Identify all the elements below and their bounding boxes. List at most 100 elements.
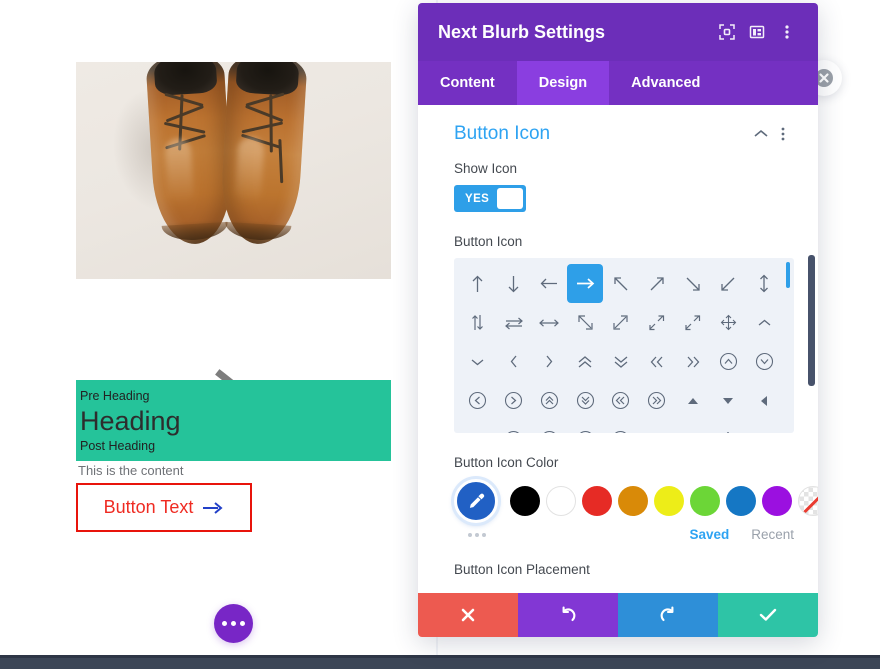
icon-option-circle-chevron-right[interactable] bbox=[496, 381, 532, 420]
add-module-button[interactable] bbox=[214, 604, 253, 643]
blurb-cta-button[interactable]: Button Text bbox=[76, 483, 252, 532]
icon-option-circle-chevron-double-up[interactable] bbox=[532, 381, 568, 420]
icon-option-circle-chevron-double-down[interactable] bbox=[567, 381, 603, 420]
panel-tabs[interactable]: Content Design Advanced bbox=[418, 61, 818, 105]
check-icon bbox=[759, 608, 777, 622]
ellipsis-dot bbox=[240, 621, 245, 626]
icon-option-triangle-right[interactable] bbox=[460, 420, 496, 433]
icon-option-chevron-double-down[interactable] bbox=[603, 342, 639, 381]
saved-colors-tab[interactable]: Saved bbox=[689, 527, 729, 542]
swatch-transparent[interactable] bbox=[798, 486, 818, 516]
icon-option-chevron-double-up[interactable] bbox=[567, 342, 603, 381]
ellipsis-dot bbox=[482, 532, 486, 537]
icon-option-arrow-right[interactable] bbox=[567, 264, 604, 303]
icon-option-circle-chevron-up[interactable] bbox=[710, 342, 746, 381]
icon-option-arrow-left[interactable] bbox=[532, 264, 568, 303]
icon-option-undo-arrow[interactable] bbox=[639, 420, 675, 433]
icon-option-exchange-horizontal[interactable] bbox=[496, 303, 532, 342]
panel-title: Next Blurb Settings bbox=[438, 21, 606, 42]
boot-gloss-right bbox=[234, 136, 265, 204]
icon-option-arrow-down-left[interactable] bbox=[710, 264, 746, 303]
swatch-yellow[interactable] bbox=[654, 486, 684, 516]
redo-button[interactable] bbox=[618, 593, 718, 637]
chevron-up-icon[interactable] bbox=[750, 123, 772, 145]
icon-option-chevron-left[interactable] bbox=[496, 342, 532, 381]
button-icon-picker[interactable] bbox=[454, 258, 794, 433]
swatch-black[interactable] bbox=[510, 486, 540, 516]
undo-button[interactable] bbox=[518, 593, 618, 637]
panel-action-bar[interactable] bbox=[418, 593, 818, 637]
swatch-green[interactable] bbox=[690, 486, 720, 516]
focus-target-icon[interactable] bbox=[712, 17, 742, 47]
icon-option-arrow-up[interactable] bbox=[460, 264, 496, 303]
kebab-menu-icon[interactable] bbox=[772, 123, 794, 145]
icon-option-plus[interactable] bbox=[710, 420, 746, 433]
icon-option-collapse-diagonal[interactable] bbox=[639, 303, 675, 342]
icon-option-expand-diagonal[interactable] bbox=[603, 303, 639, 342]
kebab-menu-icon[interactable] bbox=[772, 17, 802, 47]
blurb-module[interactable] bbox=[76, 62, 391, 409]
icon-option-circle-triangle-left[interactable] bbox=[567, 420, 603, 433]
icon-option-arrows-horizontal[interactable] bbox=[532, 303, 568, 342]
panel-scroll-area[interactable]: Button Icon Show Icon YES Button Icon Bu… bbox=[418, 105, 818, 593]
icon-option-arrows-vertical[interactable] bbox=[746, 264, 782, 303]
layout-panel-icon[interactable] bbox=[742, 17, 772, 47]
icon-option-circle-chevron-double-right[interactable] bbox=[639, 381, 675, 420]
color-swatch-meta: Saved Recent bbox=[454, 527, 794, 542]
module-settings-panel[interactable]: Next Blurb Settings Content Design Advan… bbox=[418, 3, 818, 637]
icon-option-arrow-up-left[interactable] bbox=[603, 264, 639, 303]
icon-option-chevron-right[interactable] bbox=[532, 342, 568, 381]
icon-option-circle-chevron-double-left[interactable] bbox=[603, 381, 639, 420]
section-header-button-icon[interactable]: Button Icon bbox=[454, 123, 794, 145]
icon-option-triangle-down[interactable] bbox=[710, 381, 746, 420]
icon-option-chevron-up[interactable] bbox=[746, 303, 782, 342]
icon-option-arrow-down-right[interactable] bbox=[675, 264, 711, 303]
swatch-red[interactable] bbox=[582, 486, 612, 516]
swatch-purple[interactable] bbox=[762, 486, 792, 516]
swatch-white[interactable] bbox=[546, 486, 576, 516]
cancel-button[interactable] bbox=[418, 593, 518, 637]
icon-grid[interactable] bbox=[454, 258, 794, 433]
icon-option-resize-diagonal-nwse[interactable] bbox=[567, 303, 603, 342]
ellipsis-icon[interactable] bbox=[454, 532, 510, 537]
blurb-content-text: This is the content bbox=[78, 463, 184, 478]
icon-option-arrows-vertical-split[interactable] bbox=[460, 303, 496, 342]
icon-option-triangle-left[interactable] bbox=[746, 381, 782, 420]
icon-grid-scrollbar[interactable] bbox=[786, 262, 790, 288]
show-icon-toggle[interactable]: YES bbox=[454, 185, 526, 212]
page-preview-canvas[interactable]: Pre Heading Heading Post Heading This is… bbox=[0, 0, 437, 655]
icon-option-expand-diagonal-alt[interactable] bbox=[675, 303, 711, 342]
icon-option-circle-triangle-right[interactable] bbox=[603, 420, 639, 433]
boot-opening-right bbox=[235, 62, 300, 96]
ellipsis-dot bbox=[475, 532, 479, 537]
bottom-bar-edge bbox=[0, 655, 880, 658]
boot-gloss-left bbox=[164, 137, 195, 206]
icon-option-chevron-down[interactable] bbox=[460, 342, 496, 381]
post-heading: Post Heading bbox=[80, 439, 156, 453]
icon-option-move-four-way[interactable] bbox=[710, 303, 746, 342]
icon-option-close-x[interactable] bbox=[746, 420, 782, 433]
tab-design[interactable]: Design bbox=[516, 61, 610, 105]
icon-option-arrow-up-right[interactable] bbox=[639, 264, 675, 303]
save-button[interactable] bbox=[718, 593, 818, 637]
eyedropper-icon[interactable] bbox=[454, 479, 498, 523]
color-swatch-row[interactable] bbox=[454, 479, 818, 523]
icon-option-circle-chevron-down[interactable] bbox=[746, 342, 782, 381]
pre-heading: Pre Heading bbox=[80, 389, 150, 403]
icon-option-chevron-double-left[interactable] bbox=[639, 342, 675, 381]
panel-scrollbar[interactable] bbox=[808, 255, 815, 386]
icon-option-circle-triangle-down[interactable] bbox=[532, 420, 568, 433]
recent-colors-tab[interactable]: Recent bbox=[751, 527, 794, 542]
undo-icon bbox=[559, 606, 577, 624]
icon-option-circle-triangle-up[interactable] bbox=[496, 420, 532, 433]
swatch-blue[interactable] bbox=[726, 486, 756, 516]
tab-content[interactable]: Content bbox=[418, 61, 517, 105]
toggle-knob bbox=[497, 188, 523, 209]
icon-option-chevron-double-right[interactable] bbox=[675, 342, 711, 381]
icon-option-triangle-up[interactable] bbox=[675, 381, 711, 420]
swatch-orange[interactable] bbox=[618, 486, 648, 516]
icon-option-arrow-down[interactable] bbox=[496, 264, 532, 303]
icon-option-circle-chevron-left[interactable] bbox=[460, 381, 496, 420]
tab-advanced[interactable]: Advanced bbox=[609, 61, 722, 105]
icon-option-minus[interactable] bbox=[675, 420, 711, 433]
